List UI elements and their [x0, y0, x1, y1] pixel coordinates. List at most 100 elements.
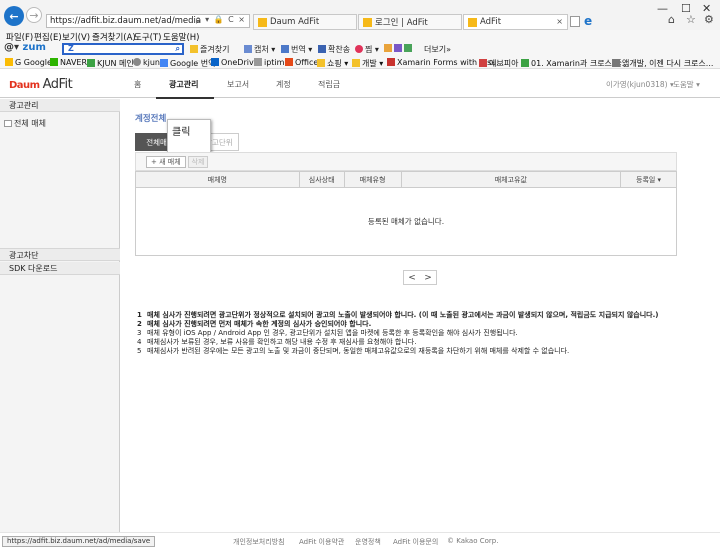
back-arrow-icon[interactable]: ←	[4, 6, 24, 26]
close-tab-icon[interactable]: ×	[556, 17, 563, 26]
minimize-icon[interactable]: —	[657, 2, 668, 15]
footer-policy[interactable]: 운영정책	[355, 537, 381, 547]
sidebar-ad-block[interactable]: 광고차단	[0, 248, 120, 261]
notes-list: 1 매체 심사가 진행되려면 광고단위가 정상적으로 설치되어 광고의 노출이 발…	[137, 311, 717, 356]
search-icon[interactable]: ⌕	[176, 45, 180, 53]
adfit-logo[interactable]: Daum AdFit	[9, 77, 73, 92]
fav-label: Google 번역	[170, 59, 216, 68]
heart-icon	[355, 45, 363, 53]
fav-office[interactable]: Office	[285, 58, 318, 67]
office-icon	[285, 58, 293, 66]
fav-google[interactable]: G Google	[5, 58, 52, 67]
footer-terms[interactable]: AdFit 이용약관	[299, 537, 344, 547]
fav-label: KJUN 메인	[97, 59, 134, 68]
site-header: Daum AdFit 홈 광고관리 보고서 계정 적립금 이가영(kjun0318…	[0, 70, 720, 99]
zum-logo[interactable]: @▾ zum	[4, 42, 46, 53]
toolbar-favorites[interactable]: 즐겨찾기	[190, 44, 229, 55]
home-icon[interactable]: ⌂	[668, 13, 675, 26]
gear-icon[interactable]: ⚙	[704, 13, 714, 26]
prev-page-icon[interactable]: <	[408, 273, 416, 283]
address-tools[interactable]: ρ ▾ 🔒 C ×	[195, 15, 246, 24]
footer-inquiry[interactable]: AdFit 이용문의	[393, 537, 438, 547]
favicon-icon	[5, 58, 13, 66]
toolbar-translate[interactable]: 번역 ▾	[281, 44, 312, 55]
favicon-icon	[387, 58, 395, 66]
adfit-favicon-icon	[468, 17, 477, 27]
nav-report[interactable]: 보고서	[227, 79, 249, 90]
favicon-icon	[87, 59, 95, 67]
daum-logo-text: Daum	[9, 80, 40, 91]
sidebar-sdk-download[interactable]: SDK 다운로드	[0, 262, 120, 275]
next-page-icon[interactable]: >	[424, 273, 432, 283]
folder-icon	[4, 120, 12, 127]
nav-reserve[interactable]: 적립금	[318, 79, 340, 90]
table-row: 등록된 매체가 없습니다.	[135, 187, 677, 256]
tool-icon	[384, 44, 392, 52]
sidebar: 광고관리 전체 매체 광고차단 SDK 다운로드	[0, 99, 120, 538]
click-tooltip: 클릭	[167, 119, 211, 153]
toolbar-capture[interactable]: 캡처 ▾	[244, 44, 275, 55]
tool-icon	[394, 44, 402, 52]
browser-tab-adfit-active[interactable]: AdFit ×	[463, 14, 568, 30]
status-bar-url: https://adfit.biz.daum.net/ad/media/save	[2, 536, 156, 547]
fav-onedrive[interactable]: OneDrive	[211, 58, 259, 67]
favicon-icon	[479, 59, 487, 67]
browser-tab-login[interactable]: 로그인 | AdFit	[358, 14, 462, 30]
tab-title: Daum AdFit	[270, 17, 320, 27]
pagination: < >	[403, 270, 437, 285]
fav-kjun[interactable]: kjun	[133, 58, 160, 67]
note-item: 3 매체 유형이 iOS App / Android App 인 경우, 광고단위…	[137, 329, 518, 337]
nav-ad-management[interactable]: 광고관리	[169, 79, 198, 90]
folder-icon	[317, 59, 325, 67]
toolbar-label: 즐겨찾기	[200, 45, 230, 54]
fav-app-dev[interactable]: 앱개발, 이젠 다시 크로스...	[612, 58, 713, 69]
nav-account[interactable]: 계정	[276, 79, 291, 90]
zum-toolbar: @▾ zum Z ⌕ 즐겨찾기 캡처 ▾ 번역 ▾ 확찬송 찜 ▾ 더보기»	[0, 42, 720, 56]
address-bar[interactable]: https://adfit.biz.daum.net/ad/media ρ ▾ …	[46, 14, 250, 28]
fav-google-translate[interactable]: Google 번역	[160, 58, 215, 69]
user-menu[interactable]: 이가영(kjun0318) ▾	[606, 79, 674, 90]
fav-evpia[interactable]: 에브피아	[479, 58, 518, 69]
browser-tab-daum-adfit[interactable]: Daum AdFit	[253, 14, 357, 30]
nav-home[interactable]: 홈	[134, 79, 141, 90]
menu-bar: 파일(F) 편집(E) 보기(V) 즐겨찾기(A) 도구(T) 도움말(H)	[0, 30, 720, 43]
favicon-icon	[254, 58, 262, 66]
star-icon	[190, 45, 198, 53]
cloud-icon	[211, 58, 219, 66]
fav-label: 에브피아	[489, 59, 519, 68]
zum-search-input[interactable]: Z ⌕	[62, 43, 184, 55]
toolbar-more[interactable]: 더보기»	[424, 44, 451, 55]
toolbar-zzim[interactable]: 찜 ▾	[355, 44, 379, 55]
action-bar: + 새 매체 삭제	[135, 152, 677, 171]
forward-arrow-icon[interactable]: →	[26, 7, 42, 23]
sidebar-item-all-media[interactable]: 전체 매체	[4, 118, 46, 129]
fav-label: Office	[295, 58, 319, 67]
footer-privacy[interactable]: 개인정보처리방침	[233, 537, 285, 547]
new-tab-button[interactable]	[570, 16, 580, 27]
note-item: 4 매체심사가 보류된 경우, 보류 사유를 확인하고 해당 내용 수정 후 재심…	[137, 338, 417, 346]
fav-label: 앱개발, 이젠 다시 크로스...	[622, 59, 714, 68]
col-review-status: 심사상태	[298, 171, 345, 188]
note-item: 2 매체 심사가 진행되려면 먼저 매체가 속한 계정의 심사가 승인되어야 합니…	[137, 320, 372, 328]
browser-titlebar: ← → https://adfit.biz.daum.net/ad/media …	[0, 0, 720, 30]
delete-button[interactable]: 삭제	[188, 156, 208, 168]
note-text: 매체 심사가 진행되려면 광고단위가 정상적으로 설치되어 광고의 노출이 발생…	[147, 311, 659, 319]
capture-icon	[244, 45, 252, 53]
new-media-button[interactable]: + 새 매체	[146, 156, 186, 168]
toolbar-label: 번역 ▾	[291, 45, 313, 54]
note-text: 매체 유형이 iOS App / Android App 인 경우, 광고단위가…	[147, 329, 518, 337]
favorites-star-icon[interactable]: ☆	[686, 13, 696, 26]
favicon-icon	[160, 59, 168, 67]
help-menu[interactable]: 도움말 ▾	[673, 79, 700, 90]
media-table: 매체명 심사상태 매체유형 매체고유값 등록일 ▾ 등록된 매체가 없습니다.	[135, 171, 677, 256]
fav-kjun-main[interactable]: KJUN 메인	[87, 58, 134, 69]
address-url: https://adfit.biz.daum.net/ad/media	[50, 16, 202, 26]
fav-naver[interactable]: NAVER	[50, 58, 87, 67]
toolbar-extras[interactable]	[384, 44, 414, 53]
fav-dev[interactable]: 개발 ▾	[352, 58, 383, 69]
toolbar-hymn[interactable]: 확찬송	[318, 44, 350, 55]
col-media-id: 매체고유값	[400, 171, 622, 188]
fav-shopping[interactable]: 쇼핑 ▾	[317, 58, 348, 69]
empty-message: 등록된 매체가 없습니다.	[135, 187, 677, 256]
col-reg-date[interactable]: 등록일 ▾	[620, 171, 677, 188]
